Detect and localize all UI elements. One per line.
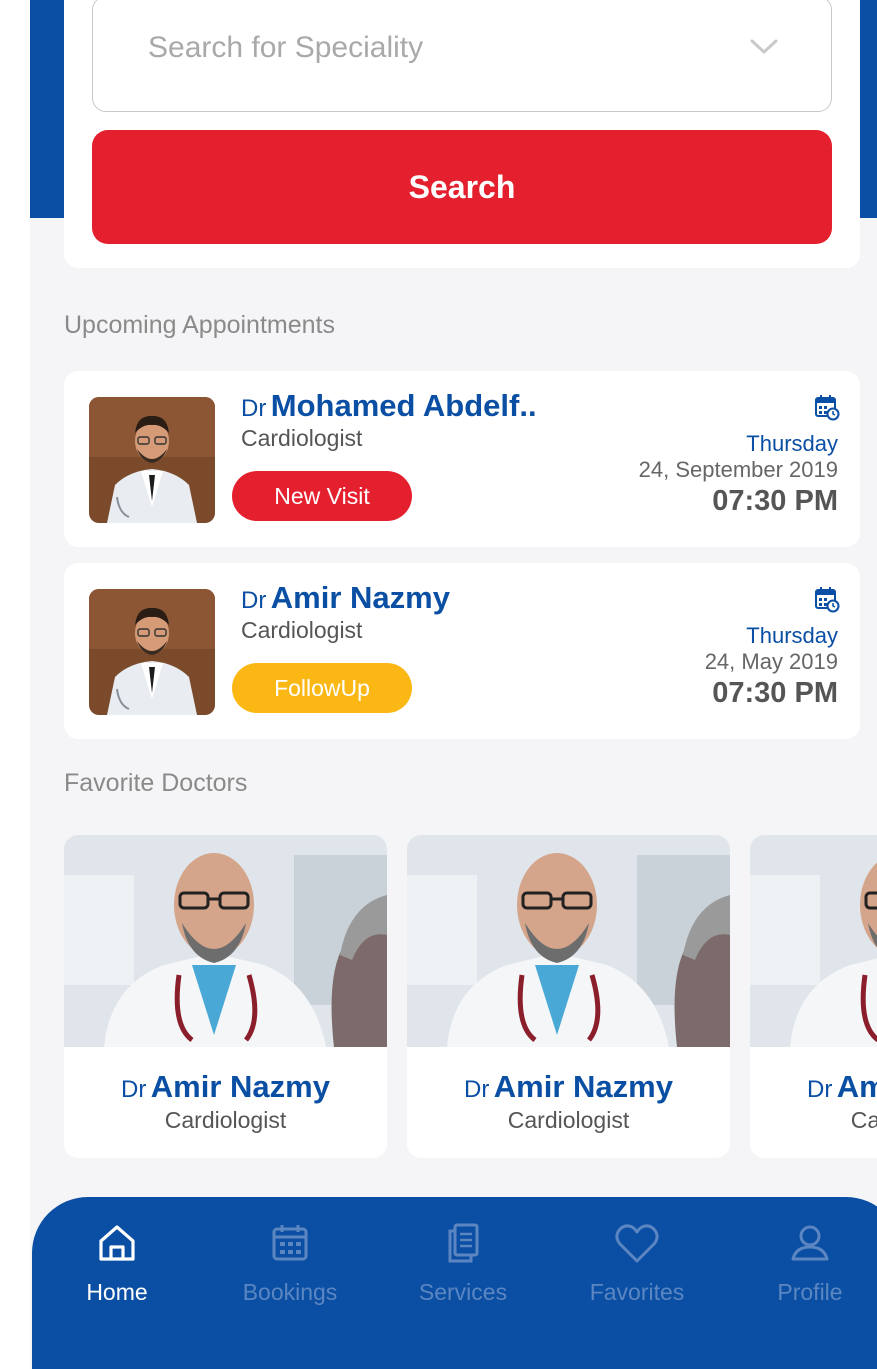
- doctor-prefix: Dr: [121, 1076, 147, 1103]
- visit-type-badge: FollowUp: [232, 663, 412, 713]
- tab-label: Favorites: [589, 1279, 685, 1305]
- document-icon: [448, 1223, 479, 1263]
- appointment-time: 07:30 PM: [712, 485, 838, 517]
- search-button[interactable]: Search: [92, 130, 832, 244]
- home-icon: [99, 1225, 135, 1261]
- upcoming-appointments-heading: Upcoming Appointments: [64, 311, 335, 339]
- chevron-down-icon: [750, 39, 778, 54]
- doctor-name: Mohamed Abdelf..: [270, 388, 537, 423]
- doctor-photo: [407, 835, 730, 1047]
- doctor-photo: [64, 835, 387, 1047]
- favorite-doctors-heading: Favorite Doctors: [64, 769, 248, 797]
- tab-home[interactable]: Home: [42, 1221, 192, 1306]
- bottom-tab-bar: Home Bookings Services Favorites Profile: [32, 1197, 877, 1369]
- speciality-select[interactable]: Search for Speciality: [92, 0, 832, 112]
- favorite-doctor-card[interactable]: Dr Amir Nazmy Cardiologist: [64, 835, 387, 1158]
- speciality-placeholder: Search for Speciality: [148, 31, 424, 64]
- appointment-card[interactable]: Dr Amir Nazmy Cardiologist FollowUp Thur…: [64, 563, 860, 739]
- appointment-date: 24, May 2019: [704, 649, 838, 674]
- doctor-name: Amir Nazmy: [493, 1069, 673, 1104]
- doctor-name: Amir Nazmy: [150, 1069, 330, 1104]
- doctor-name: Amir Nazmy: [270, 580, 450, 615]
- doctor-prefix: Dr: [241, 395, 267, 422]
- doctor-name: Amir Nazmy: [836, 1069, 877, 1104]
- doctor-name-line: Dr Amir Nazmy: [407, 1069, 730, 1105]
- app-screen: Search for Speciality Search Upcoming Ap…: [30, 0, 877, 1369]
- appointment-time: 07:30 PM: [712, 677, 838, 709]
- tab-label: Home: [86, 1279, 148, 1305]
- favorite-doctor-card[interactable]: Dr Amir Nazmy Cardiologist: [407, 835, 730, 1158]
- doctor-specialty: Cardiologist: [507, 1107, 630, 1133]
- tab-favorites[interactable]: Favorites: [562, 1221, 712, 1306]
- doctor-name-line: Dr Amir Nazmy: [64, 1069, 387, 1105]
- heart-icon: [615, 1224, 659, 1263]
- appointment-card[interactable]: Dr Mohamed Abdelf.. Cardiologist New Vis…: [64, 371, 860, 547]
- doctor-name-line: Dr Amir Nazmy: [750, 1069, 877, 1105]
- tab-profile[interactable]: Profile: [735, 1221, 877, 1306]
- appointment-day: Thursday: [746, 623, 838, 648]
- favorite-doctor-card[interactable]: Dr Amir Nazmy Cardiologist: [750, 835, 877, 1158]
- user-icon: [791, 1225, 829, 1261]
- tab-label: Profile: [777, 1279, 843, 1305]
- doctor-photo: [750, 835, 877, 1047]
- doctor-prefix: Dr: [807, 1076, 833, 1103]
- tab-bookings[interactable]: Bookings: [215, 1221, 365, 1306]
- calendar-clock-icon: [815, 395, 840, 421]
- doctor-specialty: Cardiologist: [241, 617, 363, 643]
- tab-services[interactable]: Services: [388, 1221, 538, 1306]
- doctor-name-line: Dr Amir Nazmy: [241, 580, 450, 616]
- doctor-prefix: Dr: [464, 1076, 490, 1103]
- doctor-prefix: Dr: [241, 587, 267, 614]
- calendar-icon: [272, 1225, 308, 1261]
- doctor-specialty: Cardiologist: [850, 1107, 877, 1133]
- doctor-name-line: Dr Mohamed Abdelf..: [241, 388, 537, 424]
- visit-type-badge: New Visit: [232, 471, 412, 521]
- tab-label: Services: [418, 1279, 508, 1305]
- doctor-avatar: [89, 397, 215, 523]
- search-card: Search for Speciality Search: [64, 0, 860, 268]
- calendar-clock-icon: [815, 587, 840, 613]
- doctor-specialty: Cardiologist: [241, 425, 363, 451]
- tab-label: Bookings: [242, 1279, 338, 1305]
- doctor-specialty: Cardiologist: [164, 1107, 287, 1133]
- doctor-avatar: [89, 589, 215, 715]
- appointment-day: Thursday: [746, 431, 838, 456]
- appointment-date: 24, September 2019: [638, 457, 838, 482]
